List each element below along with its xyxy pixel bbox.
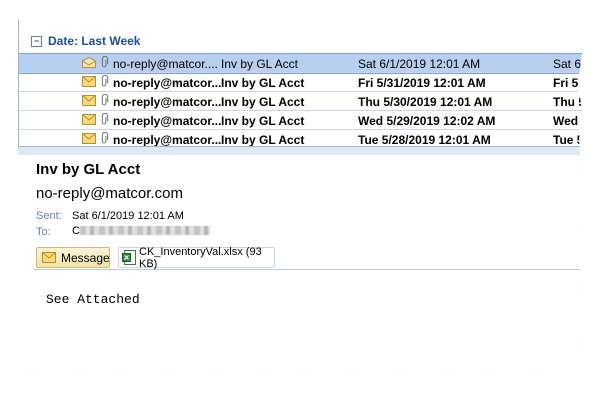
message-body: See Attached — [46, 292, 140, 307]
message-received: Tue 5/28/2019 12:01 AM — [358, 132, 491, 147]
message-subject-cell: Inv by GL Acct — [221, 94, 305, 109]
screenshot-paper: − Date: Last Week no-reply@matcor.... Inv… — [10, 10, 582, 372]
to-value[interactable]: C — [72, 225, 80, 237]
attachment-name: CK_InventoryVal.xlsx (93 KB) — [139, 245, 262, 270]
message-from: no-reply@matcor.... — [113, 132, 223, 147]
message-subject-cell: Inv by GL Acct — [221, 75, 305, 90]
message-row[interactable]: no-reply@matcor.... Inv by GL Acct Fri 5/3… — [19, 72, 593, 92]
reading-pane: Inv by GL Acct no-reply@matcor.com Sent:… — [28, 154, 582, 372]
message-received-extra: Tue 5/2 — [553, 132, 593, 147]
recipient-redacted — [80, 226, 210, 235]
message-subject: Inv by GL Acct — [36, 161, 141, 178]
message-row[interactable]: no-reply@matcor.... Inv by GL Acct Sat 6/1… — [19, 53, 592, 74]
excel-icon — [122, 250, 136, 265]
group-header[interactable]: − Date: Last Week — [19, 30, 582, 52]
paperclip-icon — [101, 132, 109, 144]
message-sender[interactable]: no-reply@matcor.com — [36, 185, 183, 202]
paperclip-icon — [101, 113, 109, 125]
message-subject-cell: Inv by GL Acct — [221, 132, 305, 147]
to-label: To: — [36, 226, 51, 238]
attachment-file[interactable]: CK_InventoryVal.xlsx (93 KB) — [118, 245, 275, 270]
message-row[interactable]: no-reply@matcor.... Inv by GL Acct Wed 5/2… — [19, 110, 592, 130]
message-received: Sat 6/1/2019 12:01 AM — [358, 56, 481, 71]
message-tab[interactable]: Message — [36, 247, 110, 268]
sent-value: Sat 6/1/2019 12:01 AM — [72, 210, 184, 222]
message-received-extra: Wed 5/2 — [553, 113, 592, 128]
message-row[interactable]: no-reply@matcor.... Inv by GL Acct Thu 5/3… — [19, 91, 593, 111]
message-tab-label: Message — [61, 250, 110, 265]
message-from: no-reply@matcor.... — [113, 75, 223, 90]
message-received-extra: Sat 6/1 — [553, 56, 592, 71]
message-subject-cell: Inv by GL Acct — [221, 113, 305, 128]
paperclip-icon — [101, 94, 109, 106]
attachment-bar: Message CK_InventoryVal.xlsx (93 KB) — [33, 245, 582, 270]
sent-label: Sent: — [36, 210, 62, 222]
message-subject-cell: Inv by GL Acct — [221, 56, 298, 71]
envelope-icon — [82, 114, 96, 125]
envelope-icon — [42, 252, 56, 263]
paperclip-icon — [101, 56, 109, 68]
message-received-extra: Fri 5/31 — [553, 75, 593, 90]
message-received: Thu 5/30/2019 12:01 AM — [358, 94, 493, 109]
message-received: Fri 5/31/2019 12:01 AM — [358, 75, 486, 90]
envelope-open-icon — [82, 57, 96, 68]
envelope-icon — [82, 133, 96, 144]
message-from: no-reply@matcor.... — [113, 56, 218, 71]
message-from: no-reply@matcor.... — [113, 113, 223, 128]
paperclip-icon — [101, 75, 109, 87]
envelope-icon — [82, 95, 96, 106]
envelope-icon — [82, 76, 96, 87]
message-list: − Date: Last Week no-reply@matcor.... Inv… — [18, 20, 593, 147]
message-received-extra: Thu 5/3 — [553, 94, 593, 109]
collapse-icon[interactable]: − — [31, 35, 42, 47]
group-header-label: Date: Last Week — [48, 34, 141, 48]
message-from: no-reply@matcor.... — [113, 94, 223, 109]
message-received: Wed 5/29/2019 12:02 AM — [358, 113, 496, 128]
